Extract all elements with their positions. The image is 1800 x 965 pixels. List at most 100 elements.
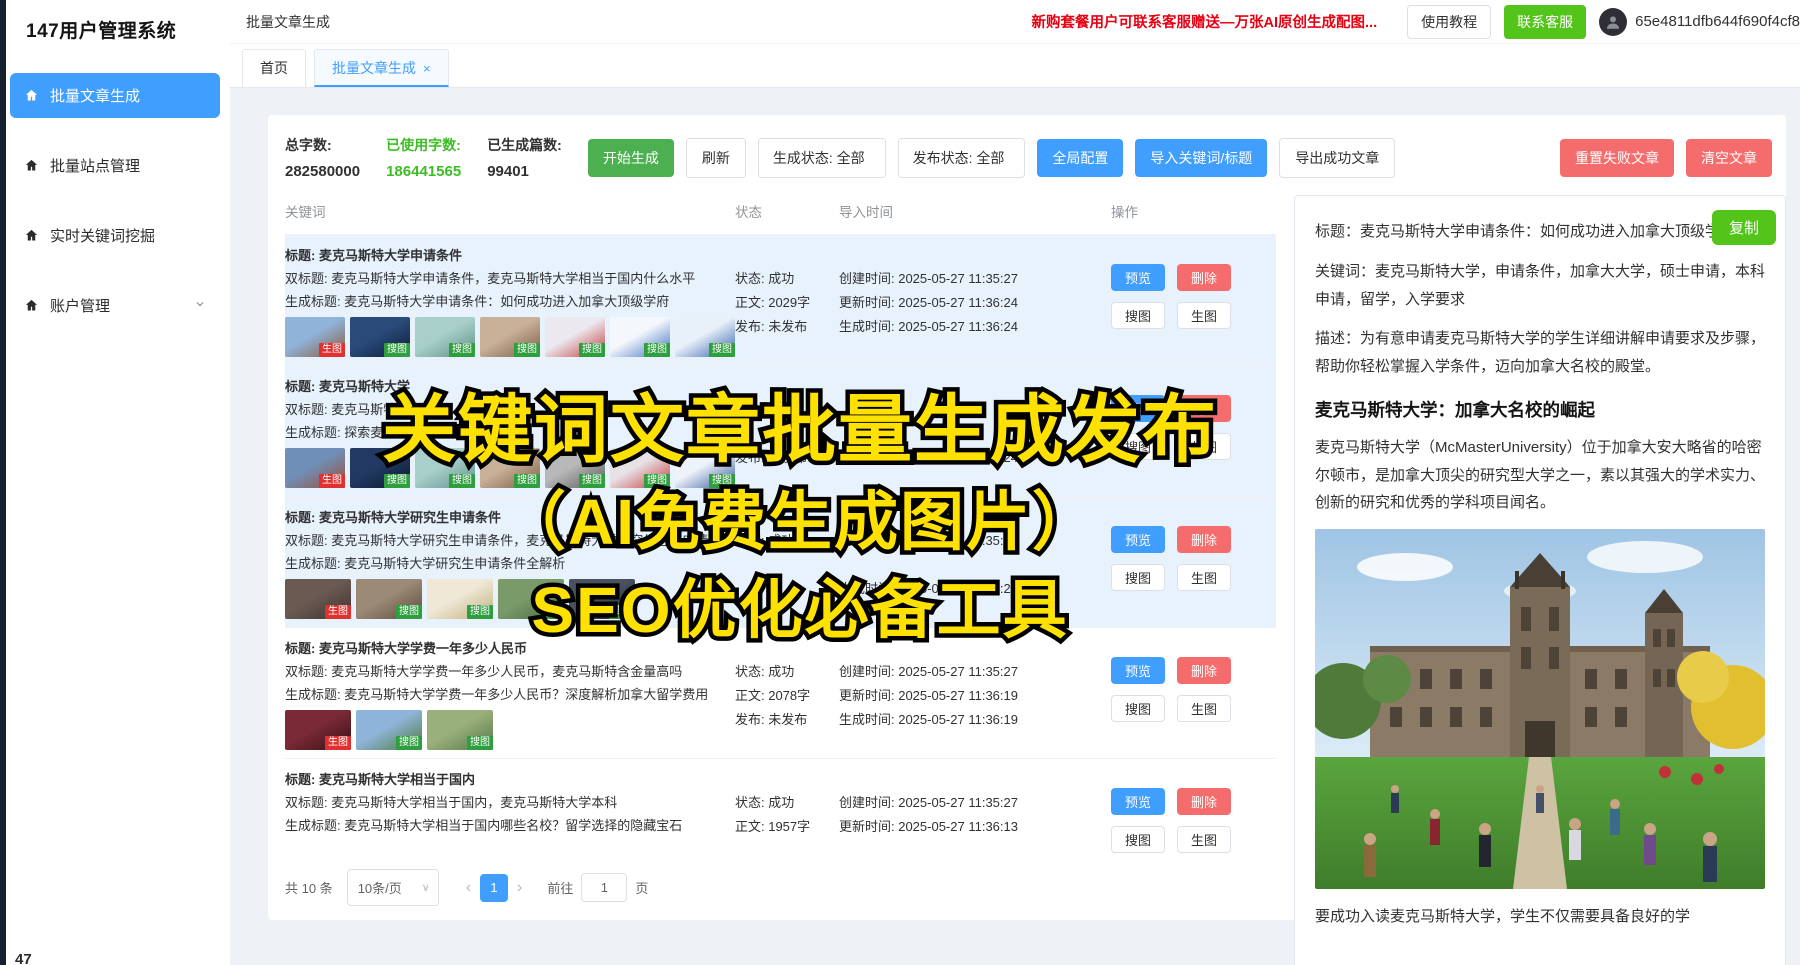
sidebar-item-account-management[interactable]: 账户管理	[10, 283, 220, 328]
row-title-line: 标题: 麦克马斯特大学学费一年多少人民币	[285, 637, 735, 660]
delete-button[interactable]: 删除	[1177, 657, 1231, 684]
thumbnail-strip: 生图搜图搜图搜图搜图搜图搜图	[285, 317, 735, 357]
article-thumbnail[interactable]: 搜图	[356, 579, 422, 619]
generate-image-button[interactable]: 生图	[1177, 695, 1231, 722]
column-header-actions: 操作	[1111, 201, 1271, 221]
sidebar-nav: 批量文章生成 批量站点管理 实时关键词挖掘 账户管理	[0, 73, 230, 328]
refresh-button[interactable]: 刷新	[686, 138, 746, 178]
keyword-cell: 标题: 麦克马斯特大学双标题: 麦克马斯特大学生成标题: 探索麦克马斯特大学 生…	[285, 375, 735, 488]
article-thumbnail[interactable]: 搜图	[350, 448, 410, 488]
article-thumbnail[interactable]: 搜图	[356, 710, 422, 750]
time-line: 更新时间: 2025-05-27 11:36:13	[839, 815, 1111, 839]
import-keywords-button[interactable]: 导入关键词/标题	[1135, 139, 1267, 177]
status-line: 正文: 1957字	[735, 815, 839, 839]
sidebar-item-batch-article-generation[interactable]: 批量文章生成	[10, 73, 220, 118]
search-image-button[interactable]: 搜图	[1111, 433, 1165, 460]
article-thumbnail[interactable]: 搜图	[415, 317, 475, 357]
close-icon[interactable]: ×	[423, 61, 431, 76]
preview-button[interactable]: 预览	[1111, 395, 1165, 422]
article-table: 关键词 状态 导入时间 操作 标题: 麦克马斯特大学申请条件双标题: 麦克马斯特…	[268, 188, 1276, 906]
export-success-button[interactable]: 导出成功文章	[1279, 138, 1395, 178]
article-thumbnail[interactable]: 搜图	[610, 317, 670, 357]
delete-button[interactable]: 删除	[1177, 526, 1231, 553]
article-thumbnail[interactable]: 搜图	[427, 710, 493, 750]
goto-page-input[interactable]	[581, 873, 627, 902]
article-thumbnail[interactable]: 搜图	[545, 317, 605, 357]
article-thumbnail[interactable]: 搜图	[480, 317, 540, 357]
row-subtitle-line: 生成标题: 麦克马斯特大学研究生申请条件全解析	[285, 552, 735, 575]
article-thumbnail[interactable]: 搜图	[480, 448, 540, 488]
publish-status-filter[interactable]: 发布状态: 全部	[898, 138, 1026, 178]
delete-button[interactable]: 删除	[1177, 395, 1231, 422]
search-image-button[interactable]: 搜图	[1111, 695, 1165, 722]
time-cell: 创建时间: 2025-05-27 11:35:27更新时间: 2025-05-2…	[839, 768, 1111, 853]
delete-button[interactable]: 删除	[1177, 264, 1231, 291]
status-line: 正文: 2029字	[735, 291, 839, 315]
pagination: 共 10 条 10条/页 ∨ ‹ 1 › 前往 页	[285, 853, 1276, 906]
avatar[interactable]	[1599, 8, 1627, 36]
article-thumbnail[interactable]: 生图	[285, 579, 351, 619]
table-row[interactable]: 标题: 麦克马斯特大学申请条件双标题: 麦克马斯特大学申请条件，麦克马斯特大学相…	[285, 235, 1276, 366]
clear-articles-button[interactable]: 清空文章	[1686, 139, 1772, 177]
actions-cell: 预览 删除 搜图 生图	[1111, 375, 1271, 488]
article-thumbnail[interactable]: 搜图	[427, 579, 493, 619]
delete-button[interactable]: 删除	[1177, 788, 1231, 815]
article-thumbnail[interactable]: 搜图	[675, 448, 735, 488]
table-row[interactable]: 标题: 麦克马斯特大学研究生申请条件双标题: 麦克马斯特大学研究生申请条件，麦克…	[285, 497, 1276, 628]
article-thumbnail[interactable]: 搜图	[675, 317, 735, 357]
sidebar-item-realtime-keyword-mining[interactable]: 实时关键词挖掘	[10, 213, 220, 258]
time-line: 创建时间: 2025-05-27 11:35:27	[839, 791, 1111, 815]
article-thumbnail[interactable]: 搜图	[415, 448, 475, 488]
preview-button[interactable]: 预览	[1111, 788, 1165, 815]
time-line: 生成时间: 2025-05-27 11:36:19	[839, 708, 1111, 732]
keyword-cell: 标题: 麦克马斯特大学研究生申请条件双标题: 麦克马斯特大学研究生申请条件，麦克…	[285, 506, 735, 619]
time-line: 生成时间: 2025-05-27 11:36:23	[839, 577, 1111, 601]
generate-image-button[interactable]: 生图	[1177, 302, 1231, 329]
preview-button[interactable]: 预览	[1111, 264, 1165, 291]
tab-label: 批量文章生成	[332, 60, 416, 76]
global-config-button[interactable]: 全局配置	[1037, 139, 1123, 177]
table-row[interactable]: 标题: 麦克马斯特大学相当于国内双标题: 麦克马斯特大学相当于国内，麦克马斯特大…	[285, 759, 1276, 853]
home-icon	[24, 298, 39, 313]
search-image-button[interactable]: 搜图	[1111, 564, 1165, 591]
prev-page-button[interactable]: ‹	[457, 879, 480, 897]
search-image-button[interactable]: 搜图	[1111, 302, 1165, 329]
sidebar-item-batch-site-management[interactable]: 批量站点管理	[10, 143, 220, 188]
article-thumbnail[interactable]: 搜图	[350, 317, 410, 357]
time-line: 更新时间: 2025-05-27 11:36:19	[839, 684, 1111, 708]
article-thumbnail[interactable]: 搜图	[610, 448, 670, 488]
search-image-button[interactable]: 搜图	[1111, 826, 1165, 853]
article-thumbnail[interactable]: 搜图	[498, 579, 564, 619]
page-number-current[interactable]: 1	[480, 874, 508, 902]
tab-home[interactable]: 首页	[242, 49, 306, 87]
announcement-text[interactable]: 新购套餐用户可联系客服赠送—万张AI原创生成配图...	[1032, 11, 1378, 32]
generate-image-button[interactable]: 生图	[1177, 564, 1231, 591]
start-generation-button[interactable]: 开始生成	[588, 139, 674, 177]
time-cell: 创建时间: 2025-05-27 11:35:27更新时间: 2025-05-2…	[839, 244, 1111, 357]
article-thumbnail[interactable]: 生图	[285, 317, 345, 357]
article-thumbnail[interactable]: 生图	[285, 448, 345, 488]
page-unit-label: 页	[635, 878, 648, 897]
contact-support-button[interactable]: 联系客服	[1504, 5, 1586, 39]
reset-failed-button[interactable]: 重置失败文章	[1560, 139, 1674, 177]
tutorial-button[interactable]: 使用教程	[1407, 5, 1491, 39]
generate-image-button[interactable]: 生图	[1177, 433, 1231, 460]
generate-image-button[interactable]: 生图	[1177, 826, 1231, 853]
preview-button[interactable]: 预览	[1111, 526, 1165, 553]
next-page-button[interactable]: ›	[508, 879, 531, 897]
table-row[interactable]: 标题: 麦克马斯特大学学费一年多少人民币双标题: 麦克马斯特大学学费一年多少人民…	[285, 628, 1276, 759]
column-header-status: 状态	[735, 201, 839, 221]
preview-keywords-line: 关键词：麦克马斯特大学，申请条件，加拿大大学，硕士申请，本科申请，留学，入学要求	[1315, 258, 1765, 314]
table-row[interactable]: 标题: 麦克马斯特大学双标题: 麦克马斯特大学生成标题: 探索麦克马斯特大学 生…	[285, 366, 1276, 497]
preview-button[interactable]: 预览	[1111, 657, 1165, 684]
tab-batch-article-generation[interactable]: 批量文章生成 ×	[314, 49, 449, 87]
page-size-select[interactable]: 10条/页 ∨	[347, 869, 439, 906]
article-thumbnail[interactable]: 搜图	[545, 448, 605, 488]
copy-button[interactable]: 复制	[1712, 210, 1776, 245]
status-cell: 发布: 未发布	[735, 375, 839, 488]
status-line: 发布: 未发布	[735, 708, 839, 732]
article-thumbnail[interactable]: 搜图	[569, 579, 635, 619]
generation-status-filter[interactable]: 生成状态: 全部	[758, 138, 886, 178]
toolbar-right-group: 重置失败文章 清空文章	[1560, 139, 1772, 177]
article-thumbnail[interactable]: 生图	[285, 710, 351, 750]
